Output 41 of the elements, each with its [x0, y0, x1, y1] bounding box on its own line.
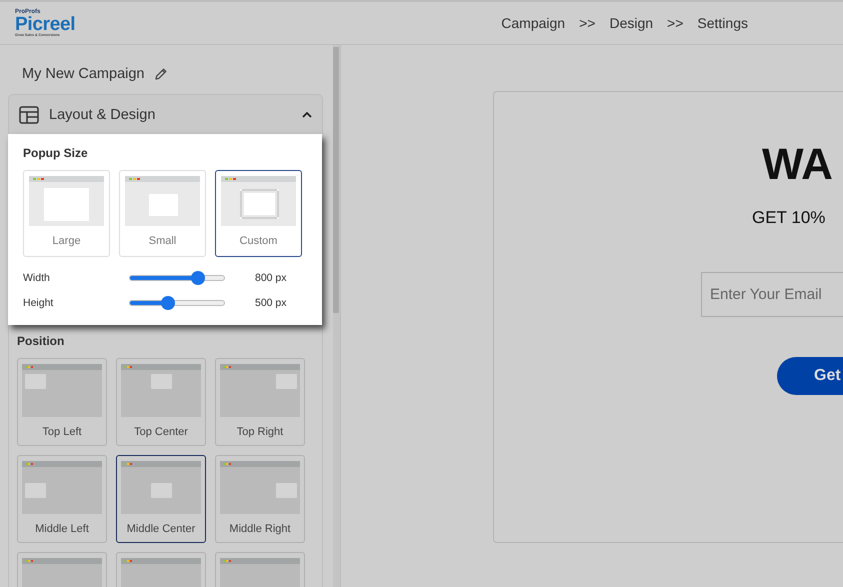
popup-heading: WA: [762, 140, 833, 190]
submit-button[interactable]: Get: [777, 357, 843, 395]
layout-design-accordion[interactable]: Layout & Design: [8, 94, 323, 134]
position-option[interactable]: Middle Right: [215, 455, 305, 543]
pencil-icon[interactable]: [154, 67, 168, 81]
popup-size-thumbnail-icon: [125, 176, 200, 226]
slider-label: Height: [23, 296, 54, 308]
section-title: Position: [17, 334, 66, 348]
position-thumbnail-icon: [220, 364, 300, 417]
slider-label: Width: [23, 272, 51, 284]
position-thumbnail-icon: [22, 364, 102, 417]
position-option[interactable]: Middle Center: [116, 455, 206, 543]
breadcrumb-separator: >>: [667, 15, 684, 31]
popup-subheading: GET 10%: [752, 208, 826, 228]
layout-icon: [19, 106, 39, 124]
position-option[interactable]: Top Left: [17, 358, 107, 446]
popup-size-thumbnail-icon: [29, 176, 104, 226]
position-option[interactable]: Middle Left: [17, 455, 107, 543]
popup-size-option[interactable]: Large: [23, 170, 110, 257]
scrollbar-thumb[interactable]: [333, 47, 339, 313]
slider-value: 500 px: [255, 296, 287, 308]
position-thumbnail-icon: [22, 461, 102, 514]
position-thumbnail-icon: [121, 364, 201, 417]
position-thumbnail-icon: [220, 461, 300, 514]
slider-thumb[interactable]: [190, 270, 205, 284]
position-option[interactable]: Top Right: [215, 358, 305, 446]
slider-value: 800 px: [255, 272, 287, 284]
email-input-field[interactable]: Enter Your Email: [701, 272, 843, 317]
popup-size-option[interactable]: Small: [119, 170, 206, 257]
breadcrumb-link[interactable]: Settings: [697, 15, 748, 31]
breadcrumb-link[interactable]: Design: [609, 15, 654, 31]
section-title: Popup Size: [23, 146, 89, 160]
popup-size-thumbnail-icon: [221, 176, 296, 226]
slider-thumb[interactable]: [160, 296, 175, 310]
breadcrumb-link[interactable]: Campaign: [501, 15, 566, 31]
position-option[interactable]: Top Center: [116, 358, 206, 446]
position-thumbnail-icon: [121, 461, 201, 514]
popup-size-option[interactable]: Custom: [215, 170, 302, 257]
campaign-name: My New Campaign: [22, 66, 144, 82]
chevron-up-icon: [302, 110, 312, 118]
breadcrumb-separator: >>: [579, 15, 596, 31]
